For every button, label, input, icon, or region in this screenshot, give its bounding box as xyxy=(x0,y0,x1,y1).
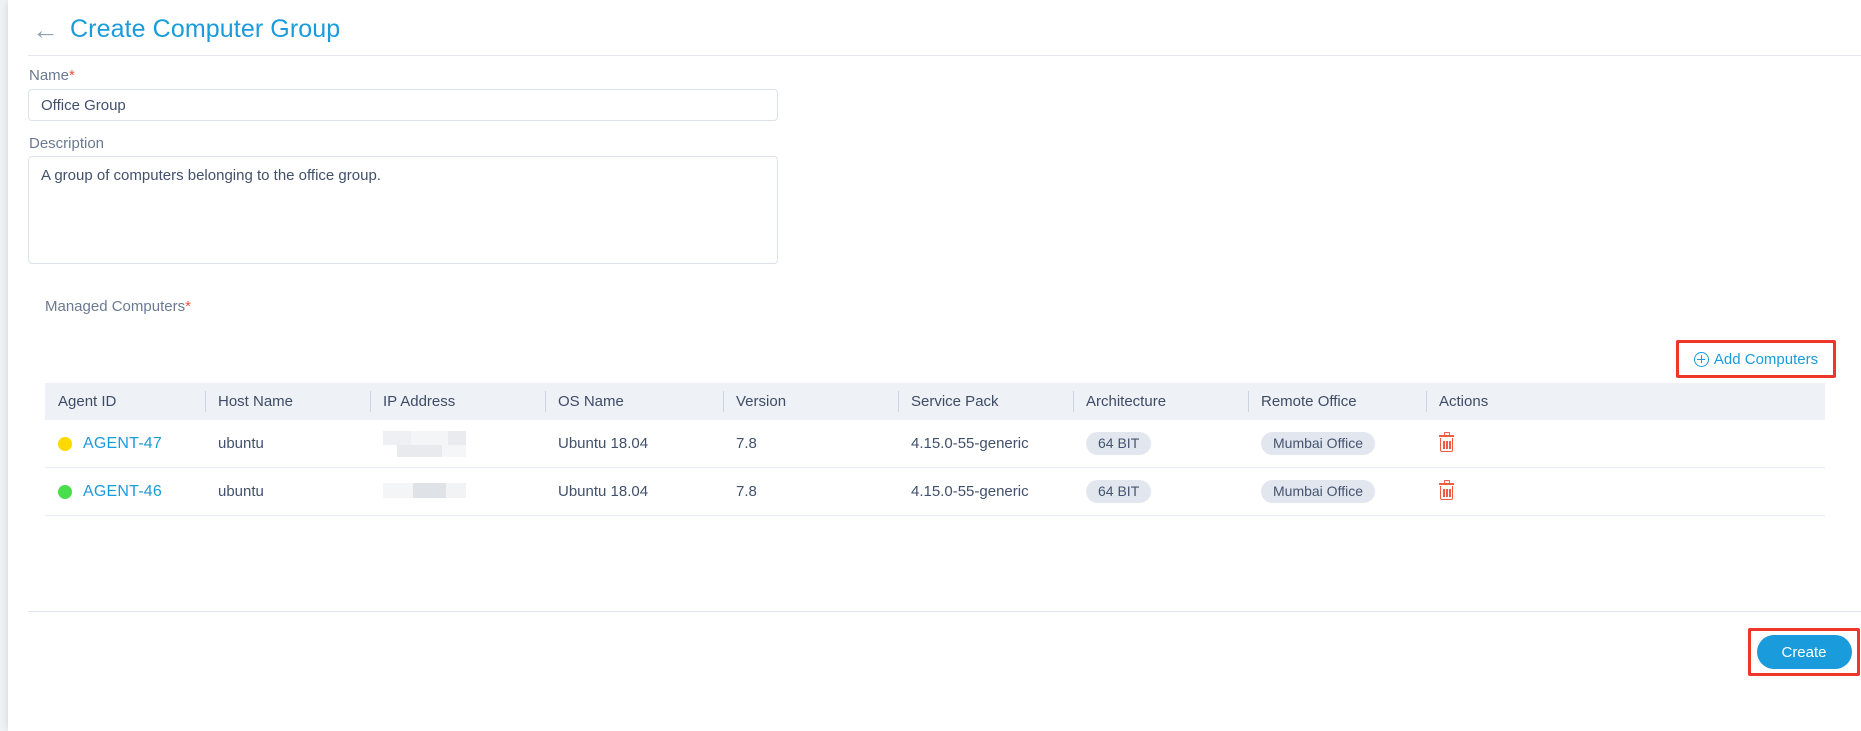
required-marker: * xyxy=(185,298,191,315)
cell-host-name: ubuntu xyxy=(205,420,370,467)
cell-os-name: Ubuntu 18.04 xyxy=(545,420,723,467)
column-header-ip-address: IP Address xyxy=(370,383,545,420)
remote-office-badge: Mumbai Office xyxy=(1261,432,1375,455)
cell-remote-office: Mumbai Office xyxy=(1248,468,1426,515)
name-label: Name* xyxy=(29,67,75,84)
column-header-architecture: Architecture xyxy=(1073,383,1248,420)
cell-architecture: 64 BIT xyxy=(1073,420,1248,467)
agent-id-link[interactable]: AGENT-47 xyxy=(83,435,162,453)
page-title: Create Computer Group xyxy=(70,15,340,44)
create-button-highlight: Create xyxy=(1748,628,1860,676)
managed-computers-table: Agent ID Host Name IP Address OS Name Ve… xyxy=(45,383,1825,516)
managed-computers-label: Managed Computers* xyxy=(45,298,191,315)
remote-office-badge: Mumbai Office xyxy=(1261,480,1375,503)
trash-icon[interactable] xyxy=(1439,435,1454,453)
arrow-left-icon[interactable]: ← xyxy=(32,17,62,43)
column-header-service-pack: Service Pack xyxy=(898,383,1073,420)
table-header-row: Agent ID Host Name IP Address OS Name Ve… xyxy=(45,383,1825,420)
add-computers-highlight: Add Computers xyxy=(1676,340,1836,378)
cell-os-name: Ubuntu 18.04 xyxy=(545,468,723,515)
footer-divider xyxy=(28,611,1861,612)
ip-address-redacted xyxy=(383,479,458,505)
plus-circle-icon xyxy=(1694,352,1709,367)
cell-agent-id: AGENT-47 xyxy=(45,420,205,467)
required-marker: * xyxy=(69,67,75,84)
cell-actions xyxy=(1426,468,1586,515)
header-divider xyxy=(28,55,1861,56)
column-header-remote-office: Remote Office xyxy=(1248,383,1426,420)
cell-ip-address xyxy=(370,420,545,467)
cell-service-pack: 4.15.0-55-generic xyxy=(898,468,1073,515)
cell-architecture: 64 BIT xyxy=(1073,468,1248,515)
column-header-version: Version xyxy=(723,383,898,420)
column-header-agent-id: Agent ID xyxy=(45,383,205,420)
trash-icon[interactable] xyxy=(1439,483,1454,501)
add-computers-label: Add Computers xyxy=(1714,351,1818,368)
cell-host-name: ubuntu xyxy=(205,468,370,515)
cell-version: 7.8 xyxy=(723,420,898,467)
add-computers-button[interactable]: Add Computers xyxy=(1694,351,1818,368)
architecture-badge: 64 BIT xyxy=(1086,432,1151,455)
table-row: AGENT-46 ubuntu Ubuntu 18.04 7.8 4.15.0-… xyxy=(45,468,1825,516)
description-label: Description xyxy=(29,135,104,152)
table-row: AGENT-47 ubuntu Ubuntu 18.04 7.8 4.15.0-… xyxy=(45,420,1825,468)
cell-service-pack: 4.15.0-55-generic xyxy=(898,420,1073,467)
column-header-os-name: OS Name xyxy=(545,383,723,420)
cell-ip-address xyxy=(370,468,545,515)
cell-version: 7.8 xyxy=(723,468,898,515)
status-dot-icon xyxy=(58,485,72,499)
cell-actions xyxy=(1426,420,1586,467)
agent-id-link[interactable]: AGENT-46 xyxy=(83,483,162,501)
cell-remote-office: Mumbai Office xyxy=(1248,420,1426,467)
status-dot-icon xyxy=(58,437,72,451)
page-header: ← Create Computer Group xyxy=(8,0,1861,59)
column-header-host-name: Host Name xyxy=(205,383,370,420)
ip-address-redacted xyxy=(383,431,458,457)
description-input[interactable] xyxy=(28,156,778,264)
cell-agent-id: AGENT-46 xyxy=(45,468,205,515)
name-input[interactable] xyxy=(28,89,778,121)
architecture-badge: 64 BIT xyxy=(1086,480,1151,503)
create-button[interactable]: Create xyxy=(1757,635,1852,669)
create-computer-group-page: ← Create Computer Group Name* Descriptio… xyxy=(8,0,1861,731)
column-header-actions: Actions xyxy=(1426,383,1586,420)
